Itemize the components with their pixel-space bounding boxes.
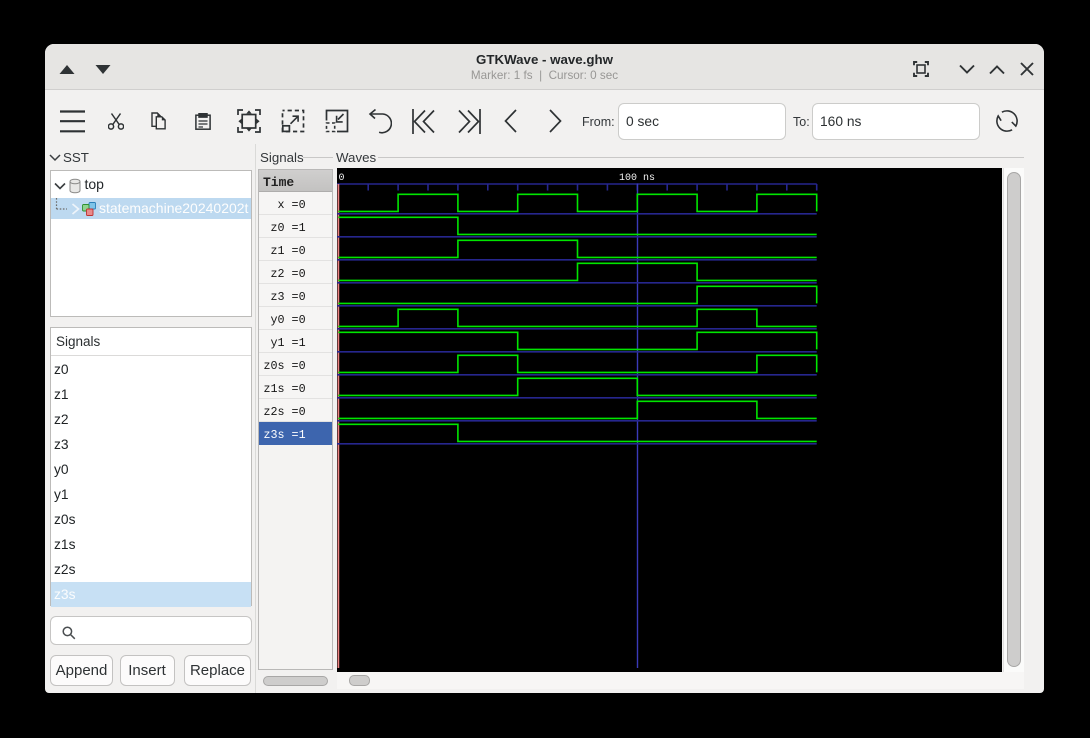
svg-text:100 ns: 100 ns: [619, 173, 655, 184]
svg-text:0: 0: [339, 173, 345, 184]
